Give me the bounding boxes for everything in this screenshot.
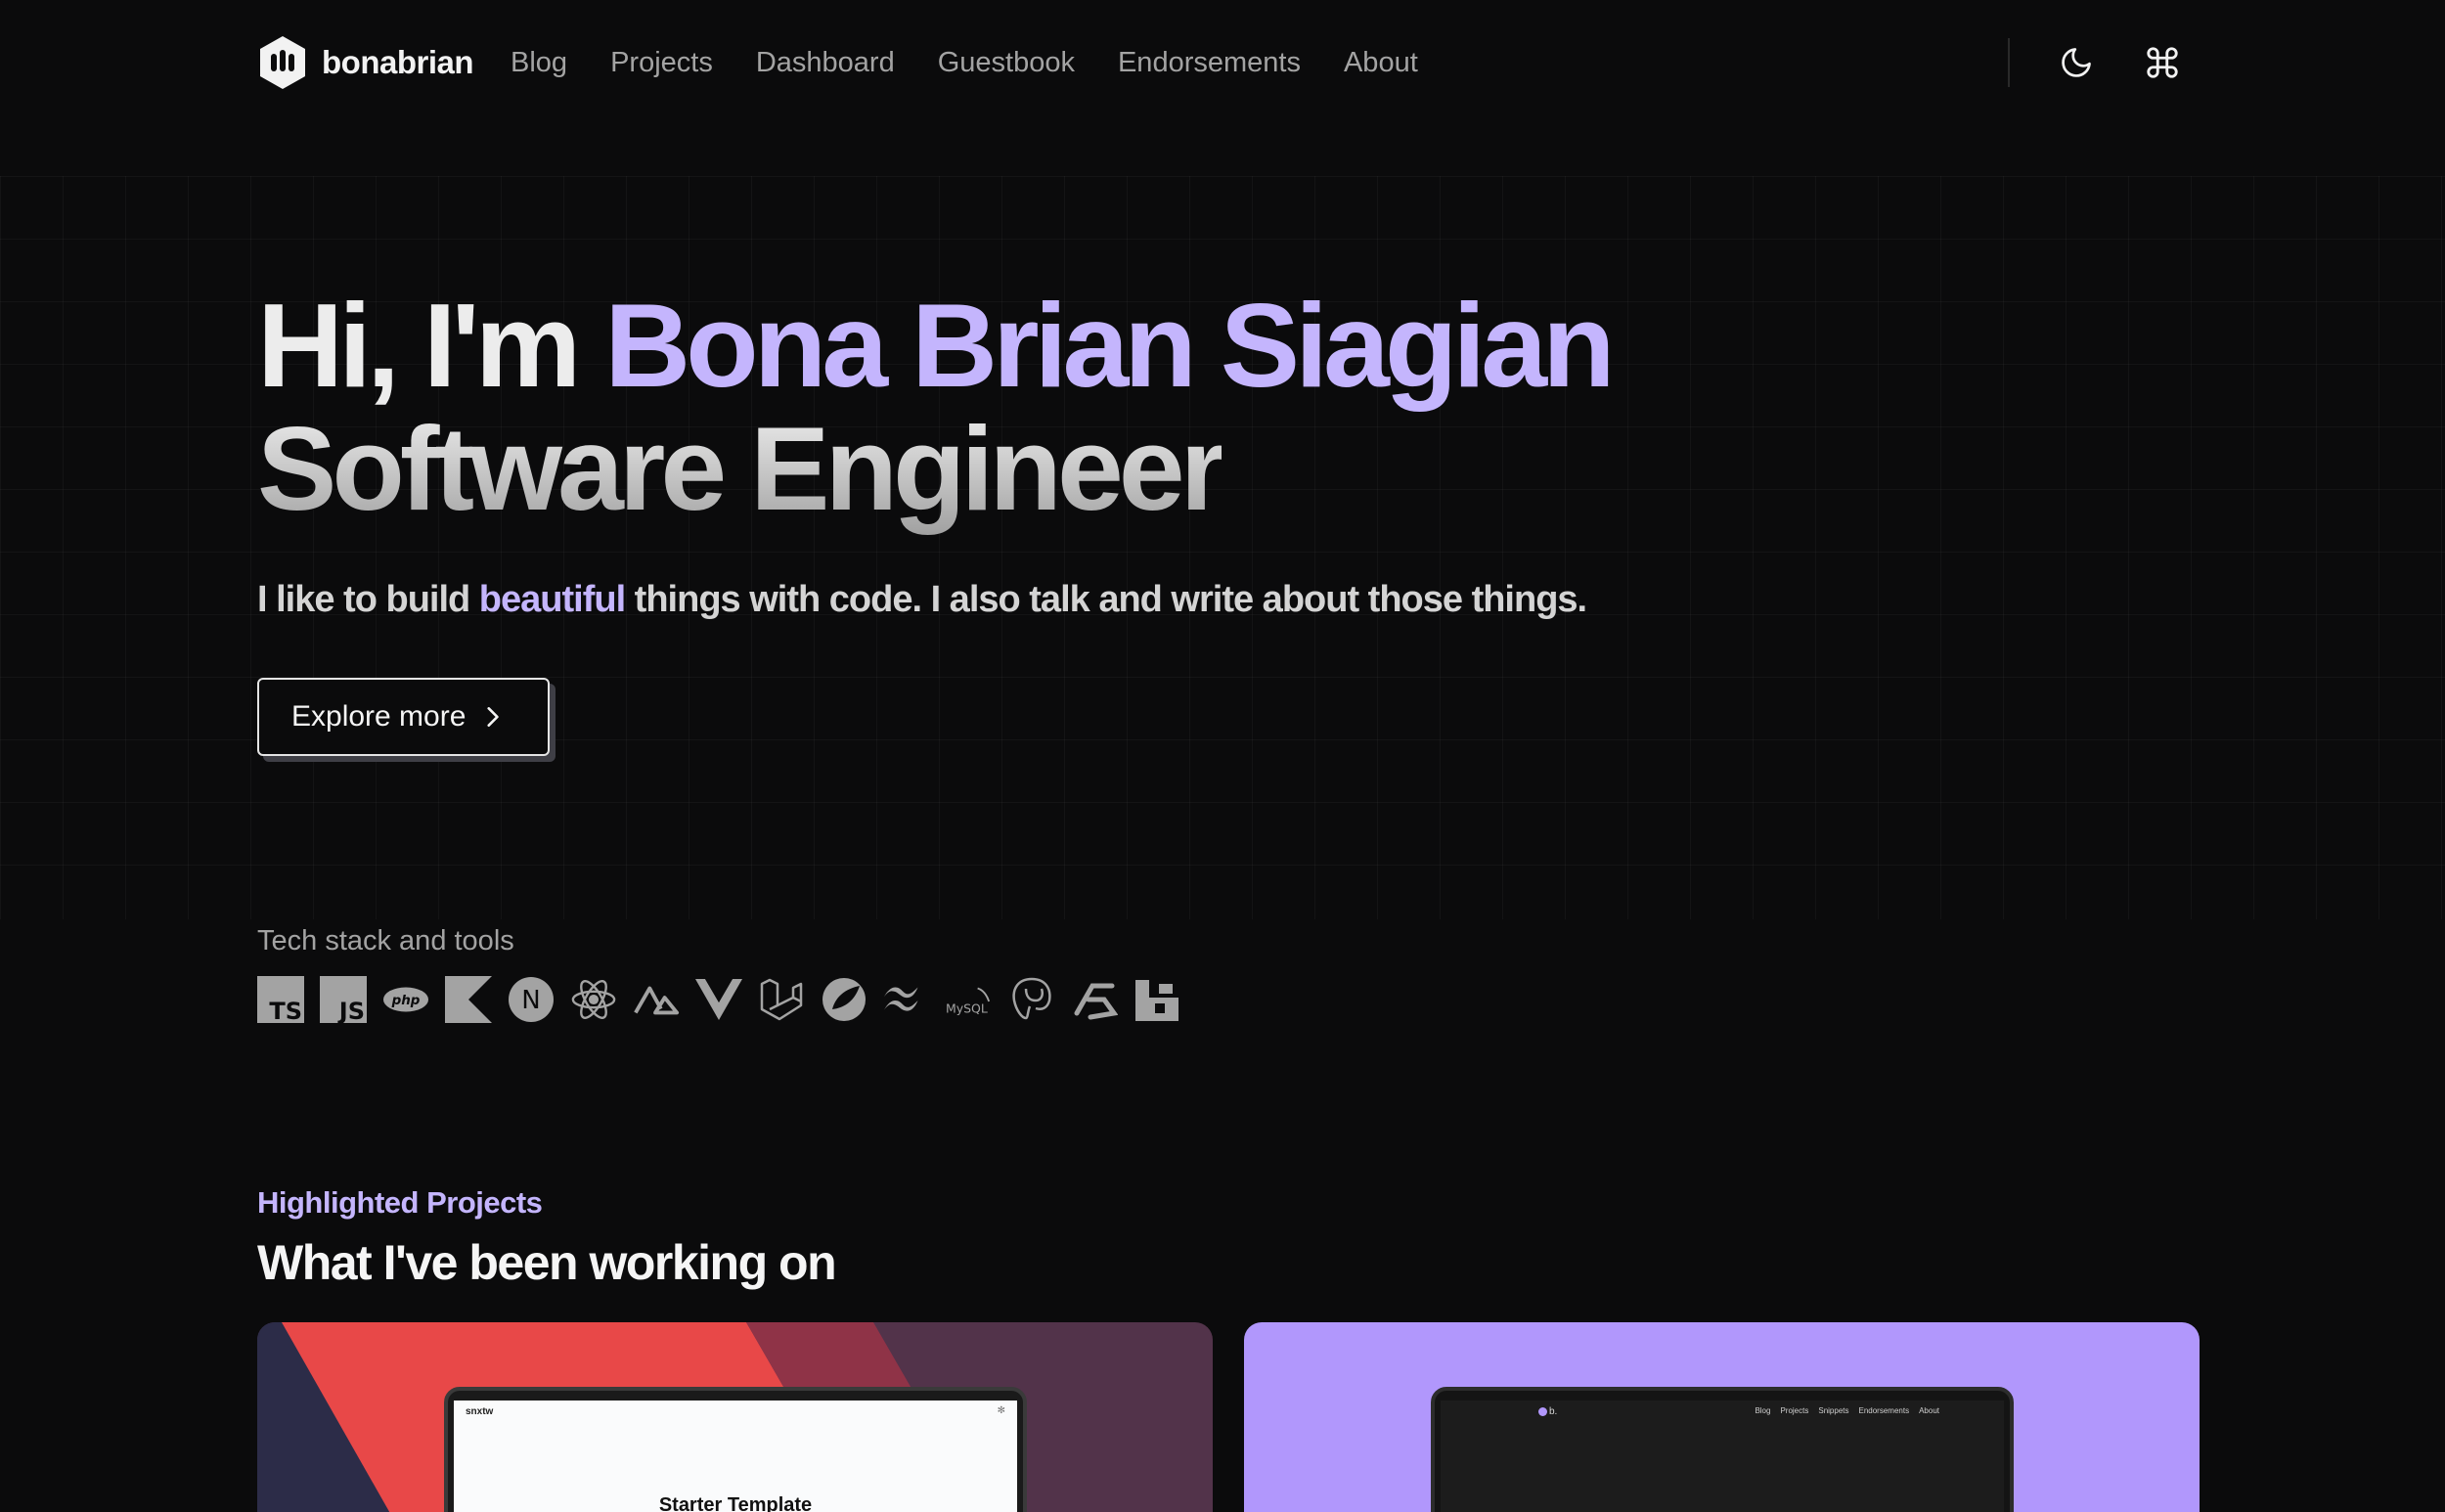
- hero-title: Hi, I'm Bona Brian Siagian Software Engi…: [257, 284, 2200, 530]
- theme-toggle-button[interactable]: [2039, 25, 2113, 100]
- hero-sub-accent: beautiful: [478, 579, 626, 620]
- project-card-starter-template[interactable]: snxtw ✻ Starter Template: [257, 1322, 1213, 1512]
- laptop-screen: b. Blog Projects Snippets Endorsements A…: [1441, 1401, 2004, 1512]
- moon-icon: [2062, 48, 2091, 77]
- logo-text: bonabrian: [322, 44, 474, 80]
- laptop-mockup: b. Blog Projects Snippets Endorsements A…: [1431, 1387, 2014, 1512]
- hero-subtitle: I like to build beautiful things with co…: [257, 579, 2200, 621]
- projects-section: Highlighted Projects What I've been work…: [257, 1185, 2200, 1512]
- home-logo-link[interactable]: bonabrian: [257, 34, 474, 91]
- typescript-icon: TS: [257, 975, 304, 1024]
- vue-icon: [695, 975, 742, 1024]
- bonabrian-logo-icon: [260, 36, 305, 89]
- command-icon: [2147, 47, 2178, 78]
- mini-site-nav: Blog Projects Snippets Endorsements Abou…: [1755, 1406, 1939, 1415]
- mini-site-logo: snxtw: [466, 1406, 494, 1417]
- hero-name: Bona Brian Siagian: [604, 279, 1616, 412]
- ts-text: TS: [269, 998, 302, 1023]
- postgresql-icon: [1008, 975, 1055, 1024]
- bitbucket-icon: [1134, 975, 1180, 1024]
- hero-section: Hi, I'm Bona Brian Siagian Software Engi…: [257, 284, 2200, 756]
- mini-nav-projects: Projects: [1780, 1406, 1809, 1415]
- spring-icon: [821, 975, 867, 1024]
- js-text: JS: [337, 998, 365, 1023]
- nav-links: Blog Projects Dashboard Guestbook Endors…: [511, 47, 1418, 79]
- php-icon: php: [382, 975, 429, 1024]
- tailwind-icon: [883, 975, 930, 1024]
- nav-link-dashboard[interactable]: Dashboard: [756, 47, 895, 79]
- nav-link-guestbook[interactable]: Guestbook: [938, 47, 1075, 79]
- explore-more-label: Explore more: [291, 700, 467, 733]
- nav-actions: [2008, 25, 2200, 100]
- chevron-right-icon: [487, 707, 500, 727]
- laravel-icon: [758, 975, 805, 1024]
- hero-greeting: Hi, I'm: [257, 279, 605, 412]
- hero-sub-before: I like to build: [257, 579, 479, 620]
- nav-divider: [2008, 38, 2010, 87]
- react-icon: [570, 975, 617, 1024]
- next-text: N: [521, 986, 540, 1015]
- mini-nav-endorsements: Endorsements: [1858, 1406, 1910, 1415]
- prisma-icon: [1071, 975, 1118, 1024]
- laptop-screen: snxtw ✻ Starter Template: [454, 1401, 1017, 1512]
- mini-nav-blog: Blog: [1755, 1406, 1771, 1415]
- top-navbar: bonabrian Blog Projects Dashboard Guestb…: [257, 25, 2200, 100]
- nuxt-icon: [633, 975, 680, 1024]
- nav-link-projects[interactable]: Projects: [610, 47, 713, 79]
- mini-site-brand: b.: [1538, 1406, 1557, 1417]
- mysql-text: MySQL: [946, 1001, 988, 1015]
- mini-sparkle-icon: ✻: [997, 1405, 1005, 1416]
- projects-eyebrow: Highlighted Projects: [257, 1185, 543, 1220]
- projects-heading: What I've been working on: [257, 1235, 837, 1290]
- mini-nav-about: About: [1919, 1406, 1939, 1415]
- kotlin-icon: [445, 975, 492, 1024]
- explore-more-button[interactable]: Explore more: [257, 678, 551, 756]
- project-cards: snxtw ✻ Starter Template b. Blog Project…: [257, 1322, 2200, 1512]
- tech-stack-label: Tech stack and tools: [257, 925, 514, 956]
- nav-link-blog[interactable]: Blog: [511, 47, 567, 79]
- screen-title: Starter Template: [658, 1494, 813, 1512]
- javascript-icon: JS: [320, 975, 367, 1024]
- laptop-mockup: snxtw ✻ Starter Template: [444, 1387, 1027, 1512]
- hero-sub-after: things with code. I also talk and write …: [625, 579, 1587, 620]
- php-text: php: [391, 994, 421, 1008]
- tech-stack-section: Tech stack and tools TS JS php N MySQL: [257, 925, 2200, 1024]
- mysql-icon: MySQL: [946, 975, 993, 1024]
- command-palette-button[interactable]: [2125, 25, 2200, 100]
- mini-brand-text: b.: [1549, 1406, 1558, 1417]
- tech-stack-icons: TS JS php N MySQL: [257, 975, 2200, 1024]
- hero-role: Software Engineer: [257, 402, 1226, 535]
- mini-nav-snippets: Snippets: [1818, 1406, 1849, 1415]
- nextjs-icon: N: [508, 975, 555, 1024]
- nav-link-about[interactable]: About: [1344, 47, 1418, 79]
- project-card-portfolio[interactable]: b. Blog Projects Snippets Endorsements A…: [1244, 1322, 2200, 1512]
- mini-dot-icon: [1538, 1407, 1547, 1416]
- nav-link-endorsements[interactable]: Endorsements: [1118, 47, 1301, 79]
